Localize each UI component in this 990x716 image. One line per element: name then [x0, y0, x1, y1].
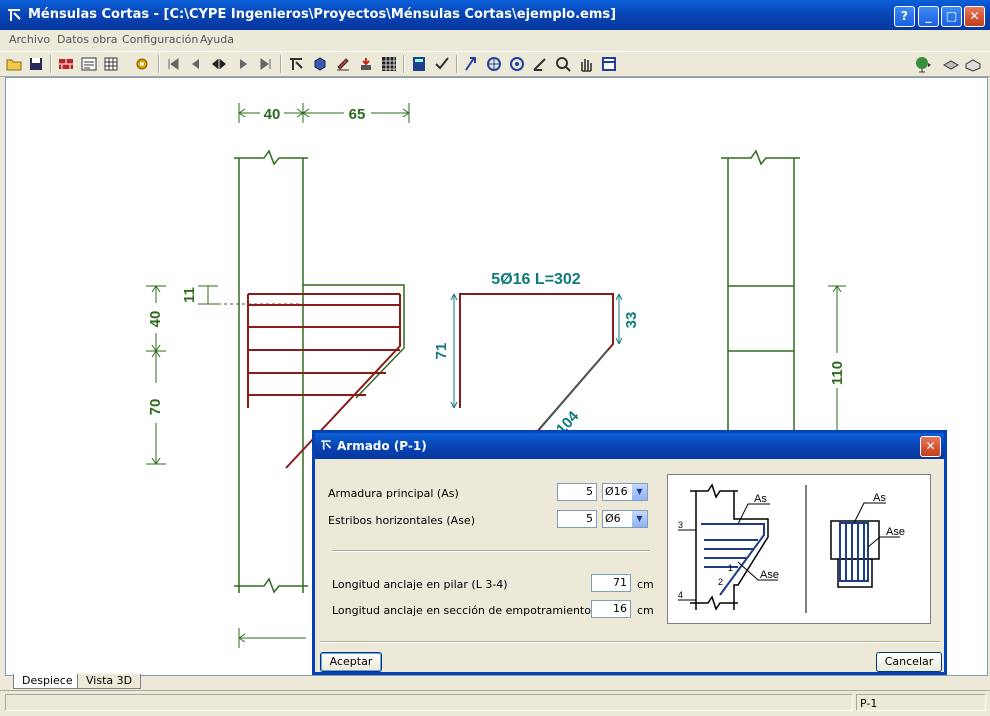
as-label: Armadura principal (As) [328, 487, 459, 500]
anchor-l34-label: Longitud anclaje en pilar (L 3-4) [332, 578, 508, 591]
tab-despiece[interactable]: Despiece [13, 674, 82, 689]
bar-dim-71: 71 [433, 343, 450, 360]
ase-diameter-value: Ø6 [605, 512, 621, 525]
divider [332, 550, 650, 552]
ase-symbol: Ase [760, 569, 779, 581]
globe-icon[interactable] [914, 55, 932, 73]
dialog-close-button[interactable]: ✕ [920, 436, 941, 457]
anchor-l12-unit: cm [637, 604, 654, 617]
footer-divider [320, 641, 940, 643]
ase-count-input[interactable]: 5 [557, 510, 597, 528]
zoom-icon[interactable] [554, 55, 572, 73]
save-icon[interactable] [27, 55, 45, 73]
dim-110: 110 [829, 361, 846, 385]
menu-datos-obra[interactable]: Datos obra [57, 33, 117, 46]
cube-icon[interactable] [311, 55, 329, 73]
as-symbol: As [754, 493, 767, 505]
check-icon[interactable] [433, 55, 451, 73]
dim-70: 70 [147, 399, 164, 416]
pan-hand-icon[interactable] [577, 55, 595, 73]
tab-vista-3d[interactable]: Vista 3D [77, 674, 142, 689]
bar-label: 5Ø16 L=302 [491, 271, 581, 288]
anchor-l12-input[interactable]: 16 [591, 600, 631, 618]
gear-icon[interactable] [133, 55, 151, 73]
window-icon[interactable] [600, 55, 618, 73]
list-icon[interactable] [80, 55, 98, 73]
as-diameter-value: Ø16 [605, 485, 628, 498]
dim-40: 40 [147, 311, 164, 328]
menu-ayuda[interactable]: Ayuda [200, 33, 234, 46]
ase-diameter-select[interactable]: Ø6 ▼ [602, 510, 648, 528]
ase-label: Estribos horizontales (Ase) [328, 514, 475, 527]
node-4: 4 [678, 590, 683, 600]
table-icon[interactable] [103, 55, 121, 73]
dim-top-left: 40 [264, 106, 281, 123]
view-tabs: Despiece Vista 3D [5, 674, 986, 690]
chevron-down-icon[interactable]: ▼ [632, 511, 647, 527]
accept-button[interactable]: Aceptar [320, 652, 382, 672]
anchor-l12-label: Longitud anclaje en sección de empotrami… [332, 604, 631, 617]
zoom-window-icon[interactable] [508, 55, 526, 73]
toolbar [0, 51, 990, 77]
help-button[interactable]: ? [894, 6, 915, 27]
last-icon[interactable] [257, 55, 275, 73]
chevron-down-icon[interactable]: ▼ [632, 484, 647, 500]
dialog-title-bar: Armado (P-1) ✕ [315, 433, 944, 459]
title-bar: Ménsulas Cortas - [C:\CYPE Ingenieros\Pr… [0, 0, 990, 30]
redraw-icon[interactable] [462, 55, 480, 73]
node-2: 2 [718, 577, 723, 587]
zoom-all-icon[interactable] [485, 55, 503, 73]
dialog-icon [321, 440, 332, 450]
print-red-icon[interactable] [357, 55, 375, 73]
maximize-button[interactable]: □ [941, 6, 962, 27]
dim-top-right: 65 [349, 106, 366, 123]
dim-11: 11 [181, 287, 198, 303]
menu-archivo[interactable]: Archivo [9, 33, 50, 46]
node-3: 3 [678, 520, 683, 530]
calculator-icon[interactable] [410, 55, 428, 73]
open-icon[interactable] [5, 55, 23, 73]
status-bar: P-1 [0, 690, 990, 716]
dialog-title: Armado (P-1) [337, 439, 427, 453]
window-title: Ménsulas Cortas - [C:\CYPE Ingenieros\Pr… [28, 7, 617, 22]
prev-icon[interactable] [187, 55, 205, 73]
close-button[interactable]: ✕ [964, 6, 985, 27]
first-icon[interactable] [164, 55, 182, 73]
next-icon[interactable] [234, 55, 252, 73]
status-pilar: P-1 [856, 694, 986, 711]
ase-symbol-section: Ase [886, 526, 905, 538]
as-count-input[interactable]: 5 [557, 483, 597, 501]
pen-icon[interactable] [531, 55, 549, 73]
printer-icon[interactable] [942, 55, 960, 73]
as-symbol-section: As [873, 492, 886, 504]
app-icon [8, 9, 21, 21]
as-diameter-select[interactable]: Ø16 ▼ [602, 483, 648, 501]
menu-bar: Archivo Datos obra Configuración Ayuda [0, 30, 990, 50]
anchor-l34-input[interactable]: 71 [591, 574, 631, 592]
grid-icon[interactable] [380, 55, 398, 73]
armado-dialog: Armado (P-1) ✕ Armadura principal (As) 5… [312, 430, 947, 675]
menu-configuracion[interactable]: Configuración [122, 33, 198, 46]
goto-icon[interactable] [210, 55, 228, 73]
edit-icon[interactable] [334, 55, 352, 73]
corbel-icon[interactable] [287, 55, 305, 73]
reinforcement-diagram: As Ase 1 2 3 4 As Ase [667, 474, 931, 624]
minimize-button[interactable]: _ [918, 6, 939, 27]
bar-dim-33: 33 [623, 312, 640, 329]
wall-icon[interactable] [57, 55, 75, 73]
cancel-button[interactable]: Cancelar [876, 652, 942, 672]
printer2-icon[interactable] [964, 55, 982, 73]
status-main [5, 694, 853, 711]
node-1: 1 [728, 563, 733, 573]
anchor-l34-unit: cm [637, 578, 654, 591]
